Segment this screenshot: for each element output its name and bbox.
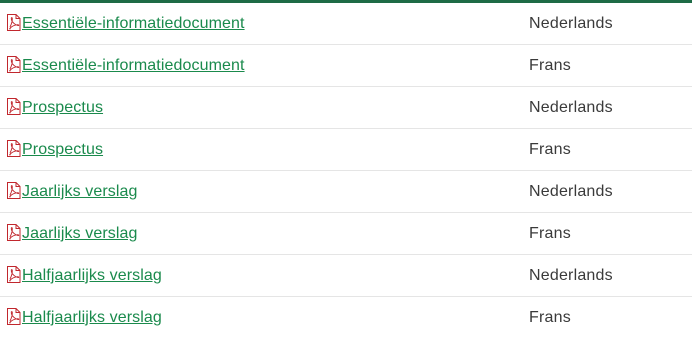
document-link[interactable]: Halfjaarlijks verslag [22, 309, 162, 326]
document-link[interactable]: Prospectus [22, 99, 103, 116]
document-row: Essentiële-informatiedocument Nederlands [0, 3, 692, 45]
document-link[interactable]: Halfjaarlijks verslag [22, 267, 162, 284]
document-row: Halfjaarlijks verslag Nederlands [0, 254, 692, 297]
document-cell: Halfjaarlijks verslag [0, 297, 529, 338]
document-row: Essentiële-informatiedocument Frans [0, 44, 692, 87]
language-label: Frans [529, 44, 692, 87]
language-label: Nederlands [529, 86, 692, 129]
document-cell: Prospectus [0, 128, 529, 171]
document-link[interactable]: Essentiële-informatiedocument [22, 15, 245, 32]
language-label: Frans [529, 128, 692, 171]
pdf-icon [7, 266, 21, 283]
language-label: Frans [529, 212, 692, 255]
pdf-icon [7, 14, 21, 31]
document-link[interactable]: Jaarlijks verslag [22, 183, 138, 200]
language-label: Nederlands [529, 170, 692, 213]
document-row: Prospectus Nederlands [0, 86, 692, 129]
document-cell: Jaarlijks verslag [0, 170, 529, 213]
document-row: Jaarlijks verslag Nederlands [0, 170, 692, 213]
document-cell: Essentiële-informatiedocument [0, 3, 529, 45]
pdf-icon [7, 56, 21, 73]
document-row: Halfjaarlijks verslag Frans [0, 297, 692, 338]
document-cell: Halfjaarlijks verslag [0, 254, 529, 297]
document-table: Essentiële-informatiedocument Nederlands… [0, 3, 692, 338]
document-link[interactable]: Essentiële-informatiedocument [22, 57, 245, 74]
document-list: Essentiële-informatiedocument Nederlands… [0, 3, 692, 338]
document-link[interactable]: Jaarlijks verslag [22, 225, 138, 242]
document-link[interactable]: Prospectus [22, 141, 103, 158]
pdf-icon [7, 140, 21, 157]
document-cell: Essentiële-informatiedocument [0, 44, 529, 87]
document-row: Jaarlijks verslag Frans [0, 212, 692, 255]
language-label: Nederlands [529, 3, 692, 45]
pdf-icon [7, 224, 21, 241]
language-label: Frans [529, 308, 571, 326]
pdf-icon [7, 182, 21, 199]
language-label: Nederlands [529, 254, 692, 297]
pdf-icon [7, 308, 21, 325]
pdf-icon [7, 98, 21, 115]
document-cell: Jaarlijks verslag [0, 212, 529, 255]
document-cell: Prospectus [0, 86, 529, 129]
document-row: Prospectus Frans [0, 128, 692, 171]
